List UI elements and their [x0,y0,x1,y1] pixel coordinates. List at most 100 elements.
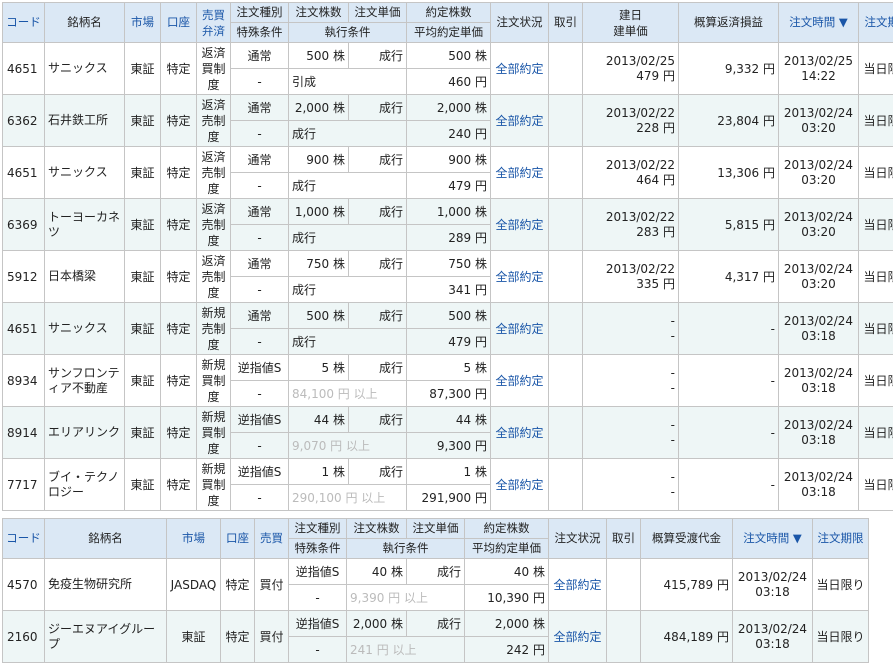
order-price: 成行 [407,559,465,585]
sort-header-account[interactable]: 口座 [221,519,255,559]
build-info: -- [583,303,679,355]
order-status-link[interactable]: 全部約定 [495,114,543,128]
header-order-type: 注文種別 [289,519,347,539]
order-time: 2013/02/2403:20 [779,199,859,251]
cancel-cell [549,459,583,511]
order-status-link[interactable]: 全部約定 [495,478,543,492]
order-price: 成行 [349,251,407,277]
order-status-link[interactable]: 全部約定 [553,578,601,592]
header-order-qty: 注文株数 [347,519,407,539]
order-qty: 5 株 [289,355,349,381]
order-kind: 新規買制度 [197,355,231,407]
build-info: 2013/02/22283 円 [583,199,679,251]
avg-filled-price: 291,900 円 [407,485,491,511]
order-expiry: 当日限り [859,407,893,459]
order-type: 通常 [231,199,289,225]
table-row: 4570免疫生物研究所JASDAQ特定買付逆指値S40 株成行40 株全部約定4… [3,559,869,585]
cancel-cell [549,147,583,199]
estimated-amount: 415,789 円 [641,559,733,611]
exec-condition: 成行 [289,173,407,199]
order-qty: 1 株 [289,459,349,485]
table-row: 6369トーヨーカネツ東証特定返済売制度通常1,000 株成行1,000 株全部… [3,199,893,225]
market: 東証 [125,355,161,407]
order-qty: 500 株 [289,43,349,69]
order-time-hm: 03:18 [736,585,809,600]
cancel-cell [607,559,641,611]
account-type: 特定 [161,199,197,251]
order-time-hm: 03:18 [782,485,855,500]
order-qty: 500 株 [289,303,349,329]
filled-qty: 5 株 [407,355,491,381]
order-price: 成行 [407,611,465,637]
order-expiry: 当日限り [859,199,893,251]
header-build-date: 建日 [619,8,642,22]
order-time-hm: 03:20 [782,173,855,188]
order-status-link[interactable]: 全部約定 [495,374,543,388]
order-time-hm: 03:20 [782,121,855,136]
sort-header-order-time[interactable]: 注文時間 ▼ [733,519,813,559]
exec-condition: 成行 [289,329,407,355]
table-row: 8914エリアリンク東証特定新規買制度逆指値S44 株成行44 株全部約定---… [3,407,893,433]
order-status-cell: 全部約定 [491,147,549,199]
build-date: 2013/02/22 [586,106,675,121]
order-status-link[interactable]: 全部約定 [495,426,543,440]
order-type: 通常 [231,147,289,173]
sort-header-kind[interactable]: 売買 [255,519,289,559]
build-info: 2013/02/22228 円 [583,95,679,147]
order-qty: 40 株 [347,559,407,585]
order-time-date: 2013/02/24 [782,262,855,277]
order-status-link[interactable]: 全部約定 [495,166,543,180]
order-kind-label: 返済売制度 [201,254,225,300]
header-order-qty: 注文株数 [289,3,349,23]
special-condition: - [231,121,289,147]
order-time: 2013/02/2403:18 [779,459,859,511]
sort-header-expiry[interactable]: 注文期限 [859,3,893,43]
header-exec-cond: 執行条件 [347,539,465,559]
order-status-link[interactable]: 全部約定 [553,630,601,644]
estimated-pl: - [679,303,779,355]
sort-header-code[interactable]: コード [3,519,45,559]
stock-name: 免疫生物研究所 [45,559,167,611]
account-type: 特定 [161,43,197,95]
header-build: 建日建単価 [583,3,679,43]
sort-header-code[interactable]: コード [3,3,45,43]
sort-header-market[interactable]: 市場 [167,519,221,559]
sort-header-expiry[interactable]: 注文期限 [813,519,869,559]
order-time: 2013/02/2403:18 [779,407,859,459]
account-type: 特定 [221,559,255,611]
table-row: 2160ジーエヌアイグループ東証特定買付逆指値S2,000 株成行2,000 株… [3,611,869,637]
order-kind: 買付 [255,611,289,663]
avg-filled-price: 341 円 [407,277,491,303]
build-price: - [586,329,675,344]
avg-filled-price: 87,300 円 [407,381,491,407]
order-time: 2013/02/2403:18 [733,559,813,611]
order-time: 2013/02/2403:20 [779,147,859,199]
filled-qty: 500 株 [407,43,491,69]
order-status-link[interactable]: 全部約定 [495,62,543,76]
order-time-hm: 03:20 [782,225,855,240]
header-build-price: 建単価 [613,24,648,38]
order-expiry: 当日限り [813,611,869,663]
order-expiry: 当日限り [859,95,893,147]
order-status-link[interactable]: 全部約定 [495,218,543,232]
order-qty: 1,000 株 [289,199,349,225]
sort-header-account[interactable]: 口座 [161,3,197,43]
order-kind-label: 新規買制度 [201,462,225,508]
stock-code: 4570 [3,559,45,611]
sort-header-kind[interactable]: 売買弁済 [197,3,231,43]
build-info: 2013/02/22335 円 [583,251,679,303]
order-status-link[interactable]: 全部約定 [495,270,543,284]
filled-qty: 750 株 [407,251,491,277]
header-special: 特殊条件 [231,23,289,43]
order-history-table-margin: コード 銘柄名 市場 口座 売買弁済 注文種別 注文株数 注文単価 約定株数 注… [2,2,893,511]
cancel-cell [549,407,583,459]
order-time-date: 2013/02/24 [782,418,855,433]
order-status-link[interactable]: 全部約定 [495,322,543,336]
sort-header-order-time[interactable]: 注文時間 ▼ [779,3,859,43]
estimated-pl: 23,804 円 [679,95,779,147]
order-qty: 900 株 [289,147,349,173]
account-type: 特定 [161,303,197,355]
stock-name: ブイ・テクノロジー [45,459,125,511]
sort-header-market[interactable]: 市場 [125,3,161,43]
stock-name: 石井鉄工所 [45,95,125,147]
